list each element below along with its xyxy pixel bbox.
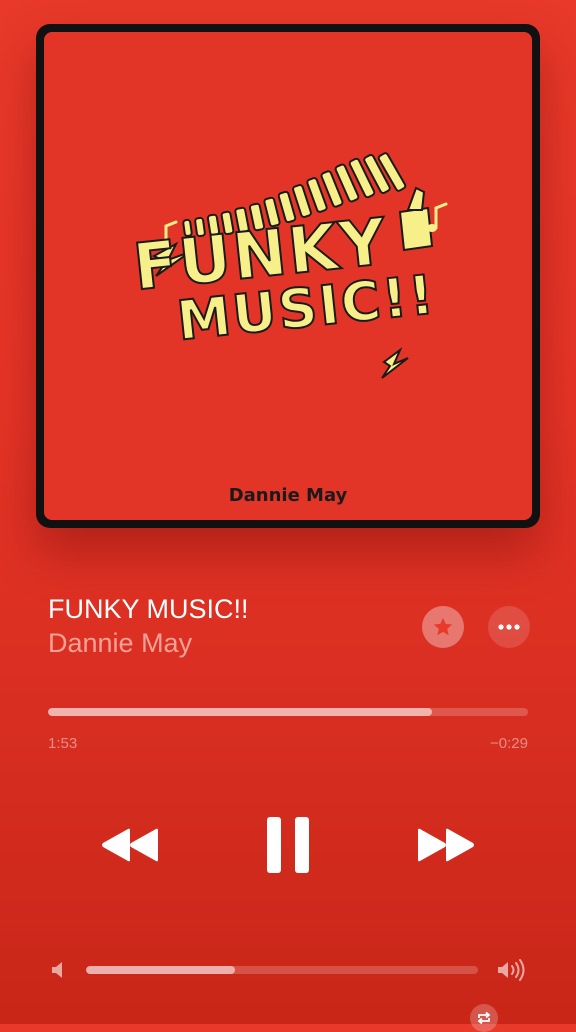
playback-progress-fill: [48, 708, 432, 716]
remaining-time: −0:29: [490, 735, 528, 752]
elapsed-time: 1:53: [48, 735, 78, 752]
playback-progress-slider[interactable]: [48, 708, 528, 716]
pause-icon: [267, 817, 309, 873]
album-artwork: FUNKY MUSIC!! Dannie May: [36, 24, 540, 528]
speaker-low-icon: [50, 960, 66, 980]
album-art-artist: Dannie May: [228, 485, 348, 506]
star-icon: [433, 617, 453, 636]
fast-forward-button[interactable]: [414, 820, 478, 870]
repeat-button[interactable]: [470, 1004, 498, 1032]
song-artist[interactable]: Dannie May: [48, 628, 192, 659]
rewind-button[interactable]: [98, 820, 162, 870]
song-title: FUNKY MUSIC!!: [48, 594, 249, 624]
ellipsis-icon: [498, 624, 520, 630]
rewind-icon: [102, 828, 158, 862]
pause-button[interactable]: [256, 810, 320, 880]
volume-fill: [86, 966, 235, 974]
speaker-high-icon: [496, 959, 526, 981]
album-artwork-image: FUNKY MUSIC!! Dannie May: [44, 32, 532, 520]
fast-forward-icon: [418, 828, 474, 862]
more-options-button[interactable]: [488, 606, 530, 648]
favorite-button[interactable]: [422, 606, 464, 648]
volume-slider[interactable]: [86, 966, 478, 974]
